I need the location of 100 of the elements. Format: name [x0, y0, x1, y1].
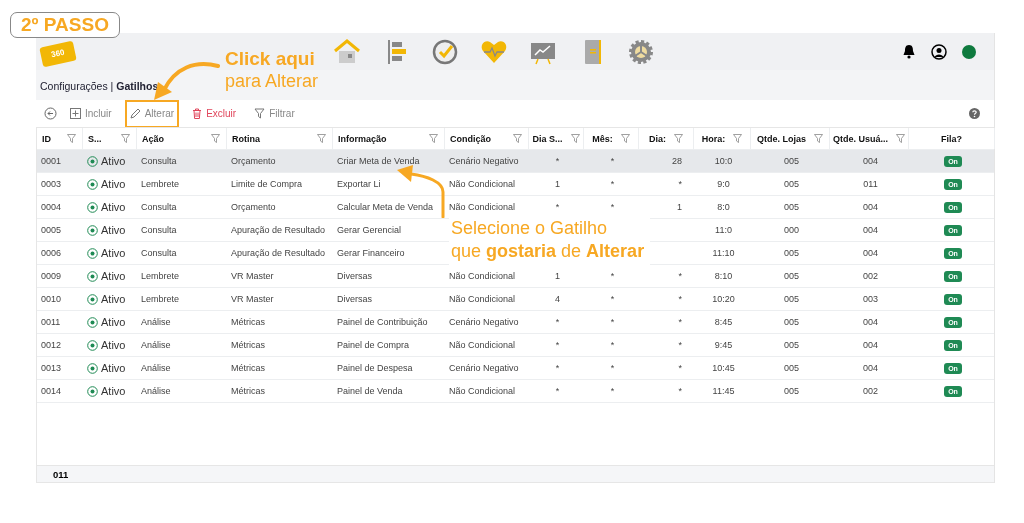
toolbar-button[interactable]: Excluir: [187, 99, 242, 128]
filter-icon[interactable]: [429, 134, 438, 143]
table-cell: 005: [784, 340, 799, 350]
table-cell: Cenário Negativo: [449, 317, 519, 327]
table-cell: 0003: [41, 179, 62, 189]
table-cell: *: [678, 271, 682, 281]
table-cell: *: [555, 317, 560, 327]
table-cell: Diversas: [337, 271, 372, 281]
table-cell: 004: [863, 248, 878, 258]
status-text: Ativo: [101, 247, 126, 259]
table-cell: 004: [863, 317, 878, 327]
column-header[interactable]: Rotina: [232, 133, 260, 144]
table-cell: Análise: [141, 317, 171, 327]
table-cell: Não Condicional: [449, 340, 516, 350]
table-cell: 005: [784, 386, 799, 396]
column-header[interactable]: Informação: [338, 133, 387, 144]
table-cell: 9:0: [717, 179, 730, 189]
column-header[interactable]: Qtde. Usuá...: [833, 133, 888, 144]
column-header[interactable]: S...: [88, 133, 102, 144]
user-icon[interactable]: [931, 43, 947, 60]
trash-icon[interactable]: [192, 108, 203, 119]
filter-icon[interactable]: [570, 134, 580, 143]
radio-icon: [87, 247, 98, 259]
filter-icon[interactable]: [121, 134, 130, 143]
hint-text: que gostaria de Alterar: [451, 240, 645, 263]
table-cell: 0011: [41, 317, 61, 327]
toolbar-button[interactable]: Alterar: [124, 99, 180, 128]
column-header[interactable]: ID: [42, 133, 51, 144]
table-cell: 4: [555, 294, 560, 304]
table-cell: Análise: [141, 340, 171, 350]
table-cell: 011: [863, 179, 878, 189]
table-cell: Não Condicional: [449, 271, 516, 281]
clock-check-icon[interactable]: [430, 37, 460, 66]
table-cell: 8:10: [714, 271, 733, 281]
notification-bell-icon[interactable]: [902, 44, 916, 59]
table-cell: Gerar Financeiro: [337, 248, 405, 258]
table-cell: 1: [555, 179, 560, 189]
table-cell: 0010: [41, 294, 62, 304]
radio-icon: [87, 178, 98, 190]
column-header[interactable]: Mês:: [592, 133, 613, 144]
table-cell: Exportar Li: [337, 179, 381, 189]
table-cell: 002: [863, 271, 878, 281]
table-cell: 004: [863, 225, 878, 235]
table-cell: *: [678, 363, 682, 373]
table-cell: Não Condicional: [449, 386, 516, 396]
table-cell: 004: [863, 363, 878, 373]
pencil-icon[interactable]: [129, 108, 141, 119]
table-cell: *: [610, 340, 615, 350]
column-header[interactable]: Ação: [142, 133, 164, 144]
filter-icon[interactable]: [674, 134, 683, 143]
hint-text: Selecione o Gatilho: [451, 217, 609, 240]
plus-square-icon[interactable]: [70, 108, 81, 119]
table-cell: 003: [863, 294, 878, 304]
column-header[interactable]: Dia S...: [532, 133, 563, 144]
filter-icon[interactable]: [733, 134, 743, 143]
radio-icon: [87, 201, 98, 213]
table-cell: *: [610, 156, 615, 166]
help-icon[interactable]: [969, 108, 980, 119]
table-cell: Consulta: [141, 248, 177, 258]
filter-icon[interactable]: [317, 134, 326, 143]
filter-icon[interactable]: [620, 134, 630, 143]
filter-icon[interactable]: [814, 134, 823, 143]
table-cell: 0014: [41, 386, 62, 396]
table-cell: Cenário Negativo: [449, 363, 519, 373]
house-icon[interactable]: [332, 37, 362, 66]
status-text: Ativo: [101, 155, 126, 167]
status-text: Ativo: [101, 178, 126, 190]
radio-icon: [87, 155, 98, 167]
radio-icon: [87, 270, 98, 282]
filter-icon[interactable]: [254, 108, 266, 119]
step-badge: 2º PASSO: [10, 12, 120, 38]
table-cell: Análise: [141, 363, 171, 373]
table-cell: *: [678, 179, 682, 189]
toolbar-button[interactable]: Filtrar: [249, 99, 300, 128]
table-cell: *: [555, 386, 560, 396]
back-icon[interactable]: [44, 107, 57, 120]
table-cell: *: [678, 386, 682, 396]
table-cell: 0006: [41, 248, 62, 258]
table-cell: Lembrete: [141, 271, 180, 281]
table-cell: Calcular Meta de Venda: [337, 202, 434, 212]
column-header[interactable]: Condição: [450, 133, 491, 144]
filter-icon[interactable]: [67, 134, 76, 143]
status-text: Ativo: [101, 362, 126, 374]
toolbar-button[interactable]: Incluir: [65, 99, 117, 128]
table-cell: *: [610, 386, 615, 396]
hint-title: Click aqui: [225, 48, 316, 70]
filter-icon[interactable]: [211, 134, 220, 143]
table-cell: Lembrete: [141, 294, 180, 304]
column-header[interactable]: Dia:: [649, 133, 666, 144]
table-cell: 004: [863, 340, 878, 350]
table-cell: Não Condicional: [449, 202, 516, 212]
column-header[interactable]: Qtde. Lojas: [757, 133, 806, 144]
filter-icon[interactable]: [513, 134, 522, 143]
column-header[interactable]: Fila?: [941, 133, 962, 144]
table-cell: Métricas: [231, 340, 265, 350]
column-header[interactable]: Hora:: [701, 133, 726, 144]
radio-icon: [87, 385, 98, 397]
gear-icon[interactable]: [626, 37, 656, 66]
table-cell: Painel de Compra: [337, 340, 410, 350]
filter-icon[interactable]: [896, 134, 905, 143]
